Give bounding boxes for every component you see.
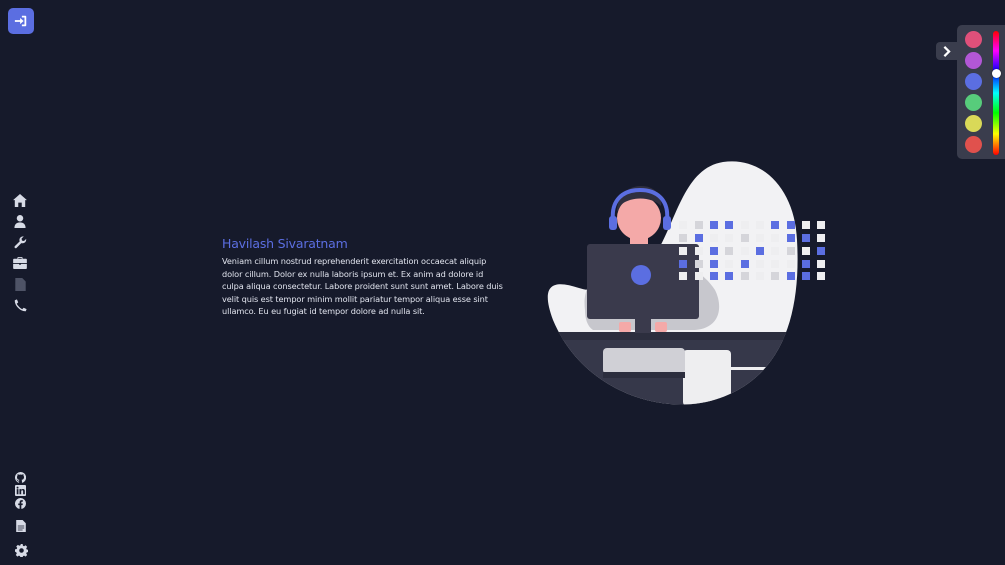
chevron-right-icon <box>943 45 951 57</box>
hero-section: Havilash Sivaratnam Veniam cillum nostru… <box>222 236 504 318</box>
hue-slider[interactable] <box>993 31 999 155</box>
briefcase-icon <box>13 257 27 269</box>
swatch-yellow[interactable] <box>965 115 982 132</box>
user-icon <box>14 214 26 228</box>
swatch-green[interactable] <box>965 94 982 111</box>
social-links <box>13 471 29 510</box>
developer-illustration <box>547 161 825 405</box>
linkedin-link[interactable] <box>13 484 27 496</box>
swatch-pink[interactable] <box>965 31 982 48</box>
facebook-link[interactable] <box>13 497 27 509</box>
settings-button[interactable] <box>14 543 28 557</box>
hue-slider-handle[interactable] <box>992 69 1001 78</box>
portfolio-page: Havilash Sivaratnam Veniam cillum nostru… <box>0 0 1005 565</box>
facebook-icon <box>14 497 26 509</box>
github-icon <box>14 471 26 483</box>
resume-icon <box>16 520 26 532</box>
swatch-purple[interactable] <box>965 52 982 69</box>
phone-icon <box>14 298 27 311</box>
linkedin-icon <box>14 484 26 496</box>
settings-icon <box>14 543 28 557</box>
home-icon <box>13 193 27 207</box>
swatch-blue[interactable] <box>965 73 982 90</box>
color-panel-toggle[interactable] <box>936 42 958 60</box>
sidebar-nav <box>12 192 30 318</box>
swatch-red[interactable] <box>965 136 982 153</box>
github-link[interactable] <box>13 471 27 483</box>
resume-button[interactable] <box>14 519 28 533</box>
nav-item-contact[interactable] <box>12 297 28 313</box>
hero-bio: Veniam cillum nostrud reprehenderit exer… <box>222 256 503 317</box>
sign-in-icon <box>14 15 27 27</box>
nav-item-about[interactable] <box>12 213 28 229</box>
wrench-icon <box>13 235 26 248</box>
nav-item-home[interactable] <box>12 192 28 208</box>
nav-item-skills[interactable] <box>12 234 28 250</box>
document-icon <box>14 277 26 291</box>
hero-name: Havilash Sivaratnam <box>222 236 348 251</box>
nav-item-documents[interactable] <box>12 276 28 292</box>
nav-item-projects[interactable] <box>12 255 28 271</box>
login-button[interactable] <box>8 8 34 34</box>
color-panel <box>957 25 1005 159</box>
